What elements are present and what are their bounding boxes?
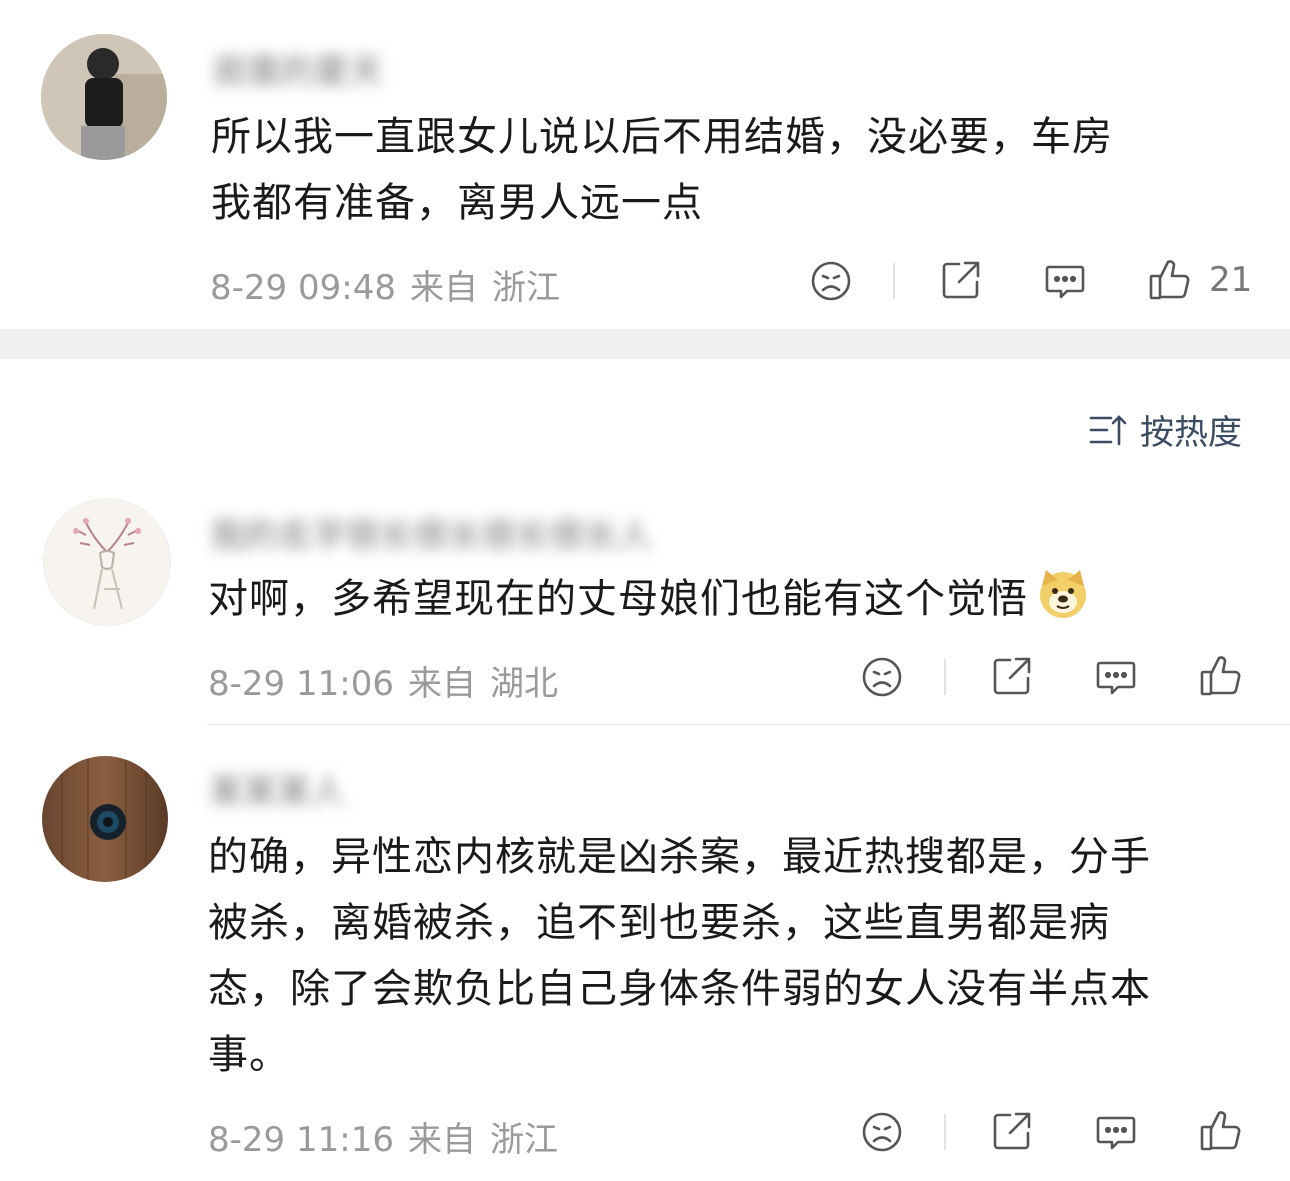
- comment-line: 所以我一直跟女儿说以后不用结婚，没必要，车房: [211, 114, 1113, 160]
- comment-line: 事。: [208, 1032, 290, 1078]
- divider: [944, 659, 946, 695]
- like-icon[interactable]: [1199, 1107, 1243, 1153]
- sort-button[interactable]: 按热度: [1088, 405, 1242, 454]
- username[interactable]: 我的名字很长很长很长很长人: [210, 508, 652, 557]
- comment-icon[interactable]: [1094, 655, 1138, 699]
- comment-line: 我都有准备，离男人远一点: [211, 180, 703, 226]
- comment-text: 的确，异性恋内核就是凶杀案，最近热搜都是，分手 被杀，离婚被杀，追不到也要杀，这…: [208, 824, 1151, 1088]
- username[interactable]: 某某某人: [209, 764, 345, 813]
- comment-meta: 8-29 09:48 来自 浙江: [210, 260, 574, 309]
- like-icon[interactable]: [1148, 256, 1192, 302]
- share-icon[interactable]: [939, 258, 983, 302]
- comment-location: 浙江: [491, 268, 560, 308]
- comment-line: 被杀，离婚被杀，追不到也要杀，这些直男都是病: [208, 900, 1110, 946]
- like-icon[interactable]: [1199, 652, 1243, 698]
- avatar[interactable]: [41, 34, 167, 160]
- frown-icon[interactable]: [860, 1110, 904, 1154]
- divider: [893, 263, 895, 299]
- comment-meta: 8-29 11:06 来自 湖北: [208, 656, 572, 705]
- comment-icon[interactable]: [1094, 1110, 1138, 1154]
- comment-text: 所以我一直跟女儿说以后不用结婚，没必要，车房 我都有准备，离男人远一点: [211, 104, 1113, 236]
- doge-emoji-icon: [1036, 566, 1090, 620]
- comment-line: 对啊，多希望现在的丈母娘们也能有这个觉悟: [208, 576, 1028, 622]
- frown-icon[interactable]: [860, 655, 904, 699]
- avatar[interactable]: [43, 498, 171, 626]
- comment-location: 湖北: [489, 664, 558, 704]
- avatar[interactable]: [42, 756, 168, 882]
- comment-meta: 8-29 11:16 来自 浙江: [208, 1112, 572, 1161]
- comment-location: 浙江: [489, 1120, 558, 1160]
- comment-icon[interactable]: [1043, 259, 1087, 303]
- divider: [944, 1114, 946, 1150]
- comment-date: 8-29 11:16: [208, 1120, 394, 1160]
- comment-date: 8-29 09:48: [210, 268, 396, 308]
- sort-label: 按热度: [1140, 413, 1242, 453]
- share-icon[interactable]: [990, 654, 1034, 698]
- frown-icon[interactable]: [809, 259, 853, 303]
- comment-date: 8-29 11:06: [208, 664, 394, 704]
- sort-icon: [1088, 412, 1128, 448]
- from-label: 来自: [407, 1120, 476, 1160]
- share-icon[interactable]: [990, 1109, 1034, 1153]
- comment-divider: [207, 724, 1290, 725]
- from-label: 来自: [409, 268, 478, 308]
- like-count: 21: [1209, 260, 1253, 300]
- username[interactable]: 寂寞的夏天: [213, 44, 383, 93]
- from-label: 来自: [407, 664, 476, 704]
- comment-line: 态，除了会欺负比自己身体条件弱的女人没有半点本: [208, 966, 1151, 1012]
- section-separator: [0, 329, 1290, 359]
- comment-line: 的确，异性恋内核就是凶杀案，最近热搜都是，分手: [208, 834, 1151, 880]
- comment-text: 对啊，多希望现在的丈母娘们也能有这个觉悟: [208, 566, 1090, 632]
